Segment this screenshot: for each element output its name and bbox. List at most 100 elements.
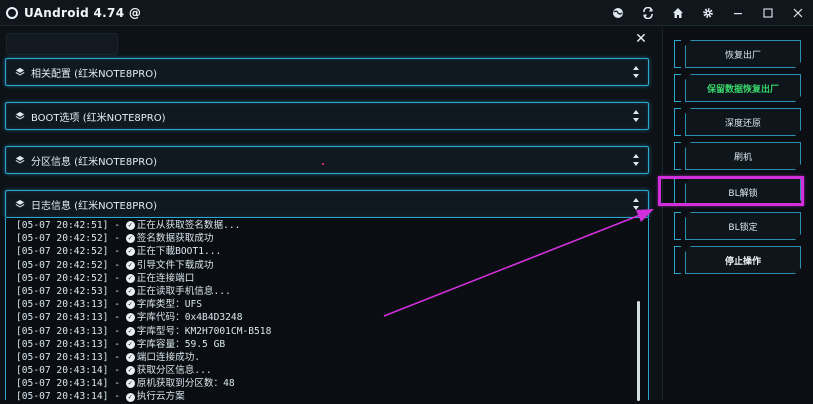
section-config[interactable]: 相关配置 (红米NOTE8PRO) xyxy=(5,58,649,86)
flash-button[interactable]: 刷机 xyxy=(685,142,801,170)
layers-icon xyxy=(14,198,26,210)
log-entry: [05-07 20:42:52] - ✓ 正在连接端口 xyxy=(16,272,271,285)
panel-close-icon[interactable]: ✕ xyxy=(634,32,648,46)
log-list: [05-07 20:42:51] - ✓ 正在从获取签名数据... [05-07 2… xyxy=(16,219,271,404)
maximize-icon[interactable] xyxy=(753,0,783,26)
check-icon: ✓ xyxy=(125,234,135,244)
decor-bracket xyxy=(674,40,681,68)
section-label: 分区信息 (红米NOTE8PRO) xyxy=(31,156,157,168)
main-panel: ✕ 相关配置 (红米NOTE8PRO) BOOT选项 (红米NOTE8PRO) … xyxy=(0,27,663,402)
gear-icon[interactable] xyxy=(693,0,723,26)
log-message: 字库容量：59.5 GB xyxy=(136,338,226,350)
log-message: 引导文件下载成功 xyxy=(136,259,214,271)
minimize-icon[interactable] xyxy=(723,0,753,26)
log-panel[interactable]: [05-07 20:42:51] - ✓ 正在从获取签名数据... [05-07 2… xyxy=(5,218,649,402)
log-time: [05-07 20:43:13] - xyxy=(16,312,126,324)
log-message: 端口连接成功. xyxy=(136,351,201,363)
log-time: [05-07 20:43:14] - xyxy=(16,378,126,390)
panel-tab xyxy=(6,33,118,55)
log-time: [05-07 20:42:52] - xyxy=(16,259,126,271)
check-icon: ✓ xyxy=(125,339,135,349)
log-message: 正在读取手机信息... xyxy=(136,285,231,297)
log-time: [05-07 20:43:13] - xyxy=(16,338,126,350)
log-entry: [05-07 20:43:13] - ✓ 字库容量：59.5 GB xyxy=(16,338,271,351)
factory-reset-button[interactable]: 恢复出厂 xyxy=(685,40,801,68)
log-time: [05-07 20:42:51] - xyxy=(16,220,126,231)
stop-button[interactable]: 停止操作 xyxy=(685,246,801,274)
log-time: [05-07 20:43:13] - xyxy=(16,351,126,363)
section-label: 相关配置 (红米NOTE8PRO) xyxy=(31,68,157,80)
layers-icon xyxy=(14,154,26,166)
check-icon: ✓ xyxy=(125,287,135,297)
check-icon: ✓ xyxy=(125,300,135,310)
decor-bracket xyxy=(674,142,681,170)
log-message: 原机获取到分区数：48 xyxy=(136,378,235,390)
section-label: BOOT选项 (红米NOTE8PRO) xyxy=(31,112,166,124)
check-icon: ✓ xyxy=(125,221,135,231)
title-bar: UAndroid 4.74 @ xyxy=(0,0,813,26)
action-panel: 恢复出厂 保留数据恢复出厂 深度还原 刷机 BL解锁 BL锁定 停止操作 xyxy=(664,27,813,400)
log-entry: [05-07 20:43:14] - ✓ 原机获取到分区数：48 xyxy=(16,377,271,390)
log-message: 正在连接端口 xyxy=(136,272,195,284)
section-partition[interactable]: 分区信息 (红米NOTE8PRO) xyxy=(5,146,649,174)
section-log[interactable]: 日志信息 (红米NOTE8PRO) xyxy=(5,190,649,218)
log-entry: [05-07 20:43:13] - ✓ 字库型号：KM2H7001CM-B518 xyxy=(16,325,271,338)
log-entry: [05-07 20:43:13] - ✓ 字库类型：UFS xyxy=(16,298,271,311)
app-logo-icon xyxy=(6,6,18,19)
check-icon: ✓ xyxy=(125,366,135,376)
check-icon: ✓ xyxy=(125,379,135,389)
decor-bracket xyxy=(674,74,681,102)
log-time: [05-07 20:42:53] - xyxy=(16,285,126,297)
deep-restore-button[interactable]: 深度还原 xyxy=(685,108,801,136)
expand-collapse-icon[interactable] xyxy=(632,198,640,210)
refresh-icon[interactable] xyxy=(633,0,663,26)
decor-bracket xyxy=(674,108,681,136)
section-boot[interactable]: BOOT选项 (红米NOTE8PRO) xyxy=(5,102,649,130)
expand-collapse-icon[interactable] xyxy=(632,154,640,166)
log-entry: [05-07 20:42:51] - ✓ 正在从获取签名数据... xyxy=(16,219,271,232)
log-message: 字库代码：0x4B4D3248 xyxy=(136,312,243,324)
close-icon[interactable] xyxy=(783,0,813,26)
highlight-box xyxy=(658,176,804,206)
log-entry: [05-07 20:42:52] - ✓ 签名数据获取成功 xyxy=(16,232,271,245)
log-message: 正在从获取签名数据... xyxy=(136,220,241,231)
check-icon: ✓ xyxy=(125,352,135,362)
check-icon: ✓ xyxy=(125,260,135,270)
bl-lock-button[interactable]: BL锁定 xyxy=(685,212,801,240)
window-controls xyxy=(603,0,813,26)
log-message: 字库类型：UFS xyxy=(136,299,203,311)
log-time: [05-07 20:43:13] - xyxy=(16,299,126,311)
log-time: [05-07 20:42:52] - xyxy=(16,233,126,245)
log-time: [05-07 20:43:14] - xyxy=(16,365,126,377)
log-message: 正在下載BOOT1... xyxy=(136,246,222,258)
keep-data-reset-button[interactable]: 保留数据恢复出厂 xyxy=(685,74,801,102)
expand-collapse-icon[interactable] xyxy=(632,66,640,78)
expand-collapse-icon[interactable] xyxy=(632,110,640,122)
log-message: 执行云方案 xyxy=(136,391,185,403)
check-icon: ✓ xyxy=(125,273,135,283)
log-time: [05-07 20:42:52] - xyxy=(16,272,126,284)
home-icon[interactable] xyxy=(663,0,693,26)
log-time: [05-07 20:43:14] - xyxy=(16,391,126,403)
globe-icon[interactable] xyxy=(603,0,633,26)
log-message: 字库型号：KM2H7001CM-B518 xyxy=(136,325,272,337)
log-entry: [05-07 20:43:14] - ✓ 获取分区信息... xyxy=(16,364,271,377)
log-entry: [05-07 20:43:13] - ✓ 端口连接成功. xyxy=(16,351,271,364)
log-time: [05-07 20:42:52] - xyxy=(16,246,126,258)
cursor-dot xyxy=(322,163,324,165)
decor-bracket xyxy=(674,212,681,240)
log-entry: [05-07 20:42:52] - ✓ 引导文件下载成功 xyxy=(16,259,271,272)
log-entry: [05-07 20:43:13] - ✓ 字库代码：0x4B4D3248 xyxy=(16,311,271,324)
section-label: 日志信息 (红米NOTE8PRO) xyxy=(31,200,157,212)
check-icon: ✓ xyxy=(125,313,135,323)
log-scrollbar[interactable] xyxy=(637,301,640,401)
check-icon: ✓ xyxy=(125,247,135,257)
log-entry: [05-07 20:42:53] - ✓ 正在读取手机信息... xyxy=(16,285,271,298)
window-title: UAndroid 4.74 @ xyxy=(24,5,142,20)
check-icon: ✓ xyxy=(125,326,135,336)
decor-bracket xyxy=(674,246,681,274)
check-icon: ✓ xyxy=(125,392,135,402)
log-message: 获取分区信息... xyxy=(136,365,212,377)
layers-icon xyxy=(14,110,26,122)
layers-icon xyxy=(14,66,26,78)
